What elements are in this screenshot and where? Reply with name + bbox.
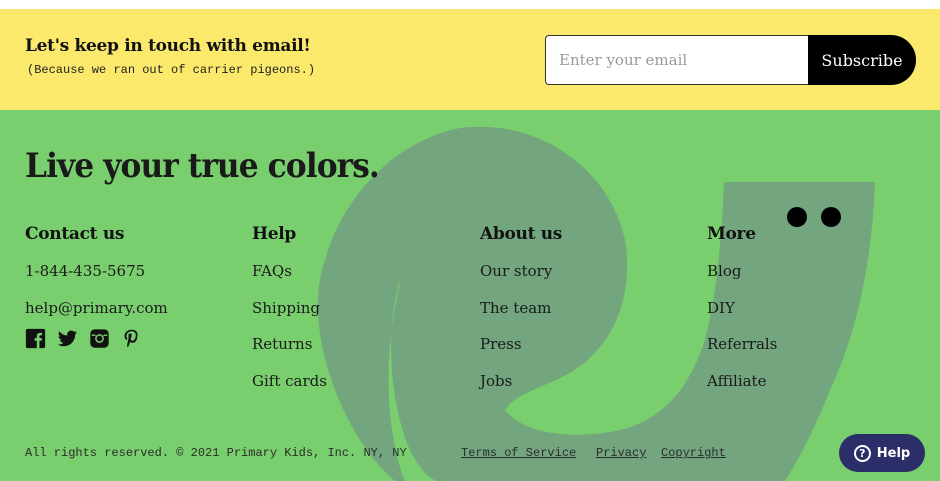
footer-link-returns[interactable]: Returns [252,334,327,371]
footer-column-about: About us Our story The team Press Jobs [480,224,562,407]
footer-link-our-story[interactable]: Our story [480,261,562,298]
footer-tagline: Live your true colors. [25,146,380,186]
question-circle-icon: ? [853,444,871,462]
social-links [25,328,168,349]
column-title-help: Help [252,224,297,244]
phone-number[interactable]: 1-844-435-5675 [25,261,168,298]
instagram-icon[interactable] [89,328,110,349]
footer-link-shipping[interactable]: Shipping [252,298,327,335]
newsletter-heading: Let's keep in touch with email! [25,36,311,56]
column-title-contact: Contact us [25,224,125,244]
footer-column-help: Help FAQs Shipping Returns Gift cards [252,224,327,407]
terms-of-service-link[interactable]: Terms of Service [461,446,576,460]
mascot-eye-left [787,207,807,227]
subscribe-button[interactable]: Subscribe [808,35,916,85]
footer-link-blog[interactable]: Blog [707,261,777,298]
column-title-about: About us [480,224,563,244]
email-input[interactable] [545,35,809,85]
footer-link-press[interactable]: Press [480,334,562,371]
twitter-icon[interactable] [57,328,78,349]
privacy-link[interactable]: Privacy [596,446,646,460]
site-footer: Live your true colors. Contact us 1-844-… [0,110,940,481]
copyright-text: All rights reserved. © 2021 Primary Kids… [25,446,407,460]
footer-link-referrals[interactable]: Referrals [707,334,777,371]
top-strip [0,0,940,9]
newsletter-subheading: (Because we ran out of carrier pigeons.) [27,63,316,77]
footer-link-team[interactable]: The team [480,298,562,335]
copyright-link[interactable]: Copyright [661,446,726,460]
footer-column-more: More Blog DIY Referrals Affiliate [707,224,777,407]
column-title-more: More [707,224,756,244]
newsletter-banner: Let's keep in touch with email! (Because… [0,9,940,110]
footer-link-jobs[interactable]: Jobs [480,371,562,408]
footer-link-affiliate[interactable]: Affiliate [707,371,777,408]
footer-column-contact: Contact us 1-844-435-5675 help@primary.c… [25,224,168,349]
footer-link-faqs[interactable]: FAQs [252,261,327,298]
help-widget-label: Help [876,445,911,461]
facebook-icon[interactable] [25,328,46,349]
pinterest-icon[interactable] [121,328,142,349]
footer-link-diy[interactable]: DIY [707,298,777,335]
help-widget-button[interactable]: ? Help [839,434,925,472]
mascot-eye-right [821,207,841,227]
footer-link-gift-cards[interactable]: Gift cards [252,371,327,408]
